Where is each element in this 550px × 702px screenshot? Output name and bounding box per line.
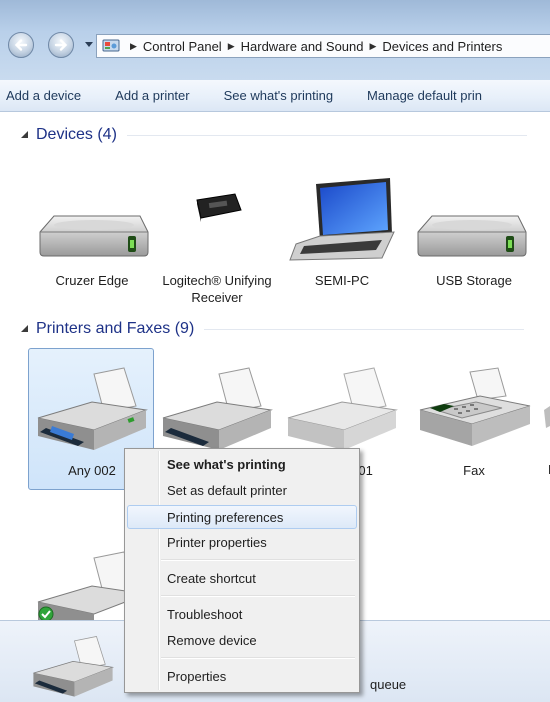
collapse-triangle-icon[interactable] <box>20 130 30 140</box>
menu-item-label: Remove device <box>167 633 257 648</box>
laptop-icon <box>289 178 395 261</box>
breadcrumb-control-panel[interactable]: Control Panel <box>143 39 222 54</box>
manage-default-printers-button[interactable]: Manage default prin <box>350 88 499 103</box>
menu-item-label: Printing preferences <box>167 510 284 525</box>
devices-group-header[interactable]: Devices (4) <box>0 124 550 146</box>
printers-group-header[interactable]: Printers and Faxes (9) <box>0 318 550 340</box>
command-bar: Add a device Add a printer See what's pr… <box>0 80 550 112</box>
add-printer-button[interactable]: Add a printer <box>98 88 206 103</box>
menu-item-label: Set as default printer <box>167 483 287 498</box>
menu-item-create-shortcut[interactable]: Create shortcut <box>127 567 357 591</box>
menu-item-properties[interactable]: Properties <box>127 665 357 689</box>
device-item[interactable]: Logitech® Unifying Receiver <box>157 176 277 306</box>
menu-item-see-whats-printing[interactable]: See what's printing <box>127 453 357 477</box>
printer-icon <box>37 367 148 450</box>
forward-arrow-icon <box>54 39 68 51</box>
device-label: SEMI-PC <box>314 273 370 288</box>
device-label: Cruzer Edge <box>55 273 129 288</box>
printer-icon <box>162 367 273 450</box>
collapse-triangle-icon[interactable] <box>20 324 30 334</box>
menu-separator <box>161 595 355 597</box>
add-device-button[interactable]: Add a device <box>0 88 98 103</box>
printer-item[interactable]: F <box>520 366 550 486</box>
menu-item-printing-preferences[interactable]: Printing preferences <box>127 505 357 529</box>
breadcrumb-separator-icon: ▶ <box>130 40 137 51</box>
menu-item-remove-device[interactable]: Remove device <box>127 629 357 653</box>
group-divider <box>204 328 525 330</box>
address-bar[interactable]: ▶ Control Panel ▶ Hardware and Sound ▶ D… <box>96 34 550 58</box>
context-menu: See what's printing Set as default print… <box>124 448 360 693</box>
menu-item-label: Troubleshoot <box>167 607 243 622</box>
usb-receiver-icon <box>196 193 242 222</box>
printer-icon <box>544 406 550 428</box>
recent-pages-dropdown-icon[interactable] <box>85 40 93 48</box>
breadcrumb-devices-and-printers[interactable]: Devices and Printers <box>382 39 502 54</box>
menu-item-troubleshoot[interactable]: Troubleshoot <box>127 603 357 627</box>
printer-label: Fax <box>463 463 485 478</box>
menu-separator <box>161 559 355 561</box>
menu-item-label: See what's printing <box>167 457 286 472</box>
device-item[interactable]: USB Storage <box>414 176 534 306</box>
group-divider <box>126 134 527 136</box>
title-bar: ▶ Control Panel ▶ Hardware and Sound ▶ D… <box>0 0 550 80</box>
menu-item-set-default-printer[interactable]: Set as default printer <box>127 479 357 503</box>
device-item[interactable]: Cruzer Edge <box>32 176 152 306</box>
device-item[interactable]: SEMI-PC <box>282 176 402 306</box>
menu-item-label: Printer properties <box>167 535 267 550</box>
back-button[interactable] <box>8 32 34 58</box>
printer-icon <box>33 636 115 697</box>
menu-item-printer-properties[interactable]: Printer properties <box>127 531 357 555</box>
fax-icon <box>419 367 531 446</box>
menu-item-label: Create shortcut <box>167 571 256 586</box>
usb-drive-icon <box>39 215 149 257</box>
device-label: Logitech® Unifying Receiver <box>162 273 272 305</box>
printer-item[interactable]: Fax <box>414 366 534 486</box>
printers-group-title: Printers and Faxes (9) <box>36 320 195 337</box>
details-status-text: queue <box>370 677 407 692</box>
usb-drive-icon <box>417 215 527 257</box>
printer-icon <box>287 367 398 450</box>
see-whats-printing-button[interactable]: See what's printing <box>207 88 350 103</box>
breadcrumb-separator-icon[interactable]: ▶ <box>228 41 235 52</box>
menu-separator <box>161 657 355 659</box>
back-arrow-icon <box>14 39 28 51</box>
control-panel-icon <box>102 39 120 52</box>
breadcrumb-separator-icon[interactable]: ▶ <box>369 41 376 52</box>
forward-button[interactable] <box>48 32 74 58</box>
menu-item-label: Properties <box>167 669 227 684</box>
device-label: USB Storage <box>436 273 512 288</box>
breadcrumb-hardware-and-sound[interactable]: Hardware and Sound <box>241 39 364 54</box>
devices-group-title: Devices (4) <box>36 126 117 143</box>
